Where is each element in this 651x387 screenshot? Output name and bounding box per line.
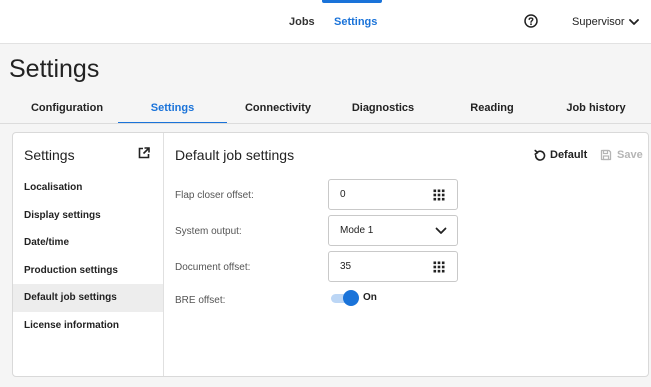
sidebar-item-production-settings[interactable]: Production settings <box>13 257 163 285</box>
settings-tabs: Configuration Settings Connectivity Diag… <box>0 92 651 124</box>
page-title: Settings <box>9 55 100 83</box>
sidebar-item-default-job-settings[interactable]: Default job settings <box>13 284 163 312</box>
topnav-jobs[interactable]: Jobs <box>289 0 315 44</box>
open-external-icon[interactable] <box>138 147 150 159</box>
settings-card: Settings Localisation Display settings D… <box>12 132 649 377</box>
tab-settings[interactable]: Settings <box>118 92 227 124</box>
user-menu-label[interactable]: Supervisor <box>572 0 625 44</box>
tab-job-history[interactable]: Job history <box>550 92 642 124</box>
tab-reading[interactable]: Reading <box>452 92 532 124</box>
settings-sidebar: Settings Localisation Display settings D… <box>13 133 164 376</box>
chevron-down-icon[interactable] <box>628 17 640 27</box>
default-button-label: Default <box>550 149 588 161</box>
top-navigation-bar: Jobs Settings Supervisor <box>0 0 651 44</box>
keypad-icon[interactable] <box>433 189 445 201</box>
flap-closer-offset-label: Flap closer offset: <box>175 190 254 201</box>
sidebar-item-license-information[interactable]: License information <box>13 312 163 340</box>
save-button-label: Save <box>617 149 643 161</box>
reset-icon <box>534 149 546 161</box>
flap-closer-offset-value: 0 <box>340 189 346 200</box>
sidebar-item-display-settings[interactable]: Display settings <box>13 202 163 230</box>
help-icon[interactable] <box>524 14 538 28</box>
topnav-settings[interactable]: Settings <box>334 0 377 44</box>
save-icon <box>600 149 612 161</box>
tab-configuration[interactable]: Configuration <box>24 92 110 124</box>
system-output-value: Mode 1 <box>340 225 374 236</box>
tab-connectivity[interactable]: Connectivity <box>232 92 324 124</box>
section-title: Default job settings <box>175 147 295 163</box>
sidebar-item-date-time[interactable]: Date/time <box>13 229 163 257</box>
keypad-icon[interactable] <box>433 261 445 273</box>
bre-offset-label: BRE offset: <box>175 295 226 306</box>
main-panel: Default job settings Default Save Flap c… <box>164 133 648 376</box>
bre-offset-toggle[interactable] <box>331 290 359 306</box>
bre-offset-toggle-label: On <box>363 292 377 303</box>
document-offset-value: 35 <box>340 261 352 272</box>
chevron-down-icon <box>435 227 447 234</box>
sidebar-item-localisation[interactable]: Localisation <box>13 174 163 202</box>
tab-diagnostics[interactable]: Diagnostics <box>338 92 428 124</box>
system-output-label: System output: <box>175 226 242 237</box>
document-offset-field[interactable]: 35 <box>328 251 458 282</box>
tabs-divider <box>0 123 651 124</box>
toggle-knob <box>343 290 359 306</box>
system-output-select[interactable]: Mode 1 <box>328 215 458 246</box>
sidebar-title: Settings <box>24 147 75 163</box>
flap-closer-offset-field[interactable]: 0 <box>328 179 458 210</box>
document-offset-label: Document offset: <box>175 262 251 273</box>
